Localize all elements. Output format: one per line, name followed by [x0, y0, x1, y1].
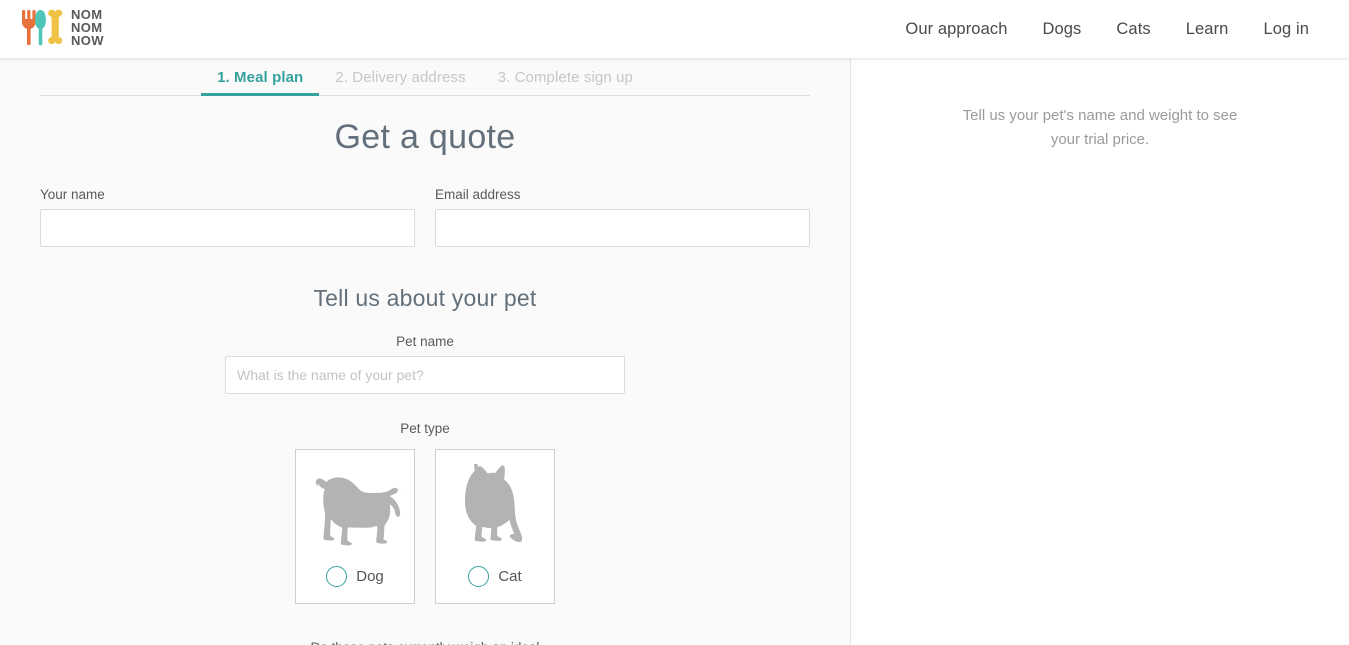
site-header: NOM NOM NOW Our approach Dogs Cats Learn… [0, 0, 1349, 58]
step-meal-plan[interactable]: 1. Meal plan [201, 69, 320, 96]
nav-dogs[interactable]: Dogs [1042, 20, 1081, 39]
pet-type-cat-choice[interactable]: Cat [468, 566, 522, 587]
email-address-field-group: Email address [435, 187, 810, 247]
trial-price-pane: Tell us your pet's name and weight to se… [851, 58, 1349, 645]
email-address-input[interactable] [435, 209, 810, 247]
your-name-label: Your name [40, 187, 105, 202]
pet-section-title: Tell us about your pet [313, 285, 537, 311]
pet-name-input[interactable] [225, 356, 625, 394]
pet-name-field-group: Pet name [225, 334, 625, 394]
main-navigation: Our approach Dogs Cats Learn Log in [905, 20, 1309, 39]
logo-wordmark: NOM NOM NOW [71, 7, 121, 52]
pet-type-options: Dog Cat [0, 449, 850, 604]
pet-type-dog-choice[interactable]: Dog [326, 566, 384, 587]
pet-type-group: Pet type Dog Cat [0, 421, 850, 604]
contact-fields-row: Your name Email address [40, 187, 810, 247]
signup-steps: 1. Meal plan 2. Delivery address 3. Comp… [40, 58, 810, 96]
svg-text:NOW: NOW [71, 33, 104, 47]
ideal-weight-question-cutoff: Do these pets currently weigh an ideal [0, 640, 850, 645]
pet-type-cat-label: Cat [498, 568, 522, 585]
page-body: 1. Meal plan 2. Delivery address 3. Comp… [0, 58, 1349, 645]
email-address-label: Email address [435, 187, 521, 202]
trial-price-message: Tell us your pet's name and weight to se… [962, 107, 1238, 148]
pet-type-label: Pet type [400, 421, 450, 436]
your-name-input[interactable] [40, 209, 415, 247]
cat-silhouette-icon [460, 457, 530, 555]
your-name-field-group: Your name [40, 187, 415, 247]
nav-learn[interactable]: Learn [1186, 20, 1229, 39]
radio-cat[interactable] [468, 566, 490, 587]
pet-type-option-dog[interactable]: Dog [295, 449, 415, 604]
quote-form-pane: 1. Meal plan 2. Delivery address 3. Comp… [0, 58, 851, 645]
dog-silhouette-icon [309, 464, 401, 555]
step-delivery-address[interactable]: 2. Delivery address [319, 69, 481, 95]
nav-cats[interactable]: Cats [1116, 20, 1150, 39]
radio-dog[interactable] [326, 566, 348, 587]
pet-type-dog-label: Dog [356, 568, 384, 585]
pet-name-label: Pet name [396, 334, 454, 349]
nav-our-approach[interactable]: Our approach [905, 20, 1007, 39]
pet-type-option-cat[interactable]: Cat [435, 449, 555, 604]
brand-logo[interactable]: NOM NOM NOW [20, 7, 121, 52]
page-title: Get a quote [334, 118, 516, 156]
logo-utensils-icon [20, 7, 66, 52]
step-complete-sign-up[interactable]: 3. Complete sign up [482, 69, 649, 95]
nav-log-in[interactable]: Log in [1263, 20, 1309, 39]
